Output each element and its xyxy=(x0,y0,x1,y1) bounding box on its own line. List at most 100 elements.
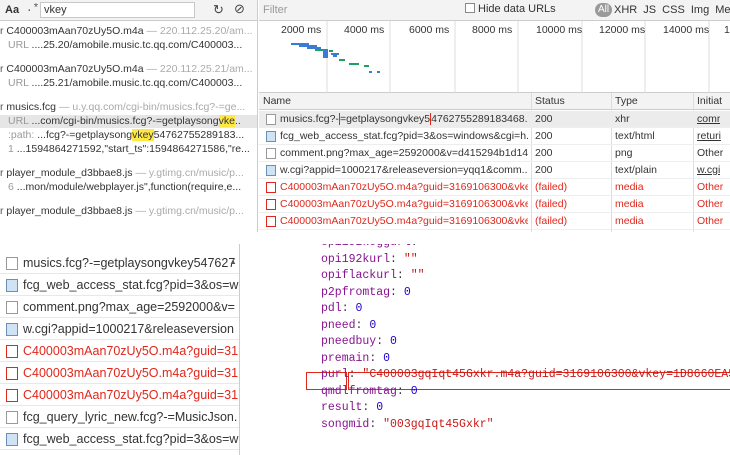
scroll-up-icon[interactable]: ▲ xyxy=(229,257,237,266)
match-highlight: vkey xyxy=(132,129,154,141)
vkey-param-highlight: =getplaysongvkey5 xyxy=(338,113,432,125)
search-input[interactable]: vkey xyxy=(40,2,195,18)
response-key: pneedbuy xyxy=(321,335,377,348)
timeline-bar xyxy=(323,49,328,58)
timeline-bar xyxy=(333,55,337,57)
request-name: musics.fcg?-=getplaysongvkey547627552891… xyxy=(280,113,528,125)
request-name-suffix: 4762755289183468... xyxy=(431,113,528,125)
regex-toggle[interactable]: .* xyxy=(26,3,39,15)
document-icon xyxy=(6,411,18,424)
search-result-file[interactable]: r C400003mAan70zUy5O.m4a — 220.112.25.21… xyxy=(0,63,257,76)
request-list-item[interactable]: fcg_web_access_stat.fcg?pid=3&os=w xyxy=(0,429,239,450)
document-icon xyxy=(6,367,18,380)
response-preview: opi192koggurl: ""opi192kurl: ""opiflacku… xyxy=(241,244,730,455)
search-match-line[interactable]: 6 ...mon/module/webplayer.js",function(r… xyxy=(0,181,257,194)
filter-input[interactable]: Filter xyxy=(263,4,287,16)
request-initiator[interactable]: comr xyxy=(697,113,720,125)
search-match-line[interactable]: :path: ...fcg?-=getplaysongvkey547627552… xyxy=(0,129,257,142)
document-icon xyxy=(6,257,18,270)
response-sep: : xyxy=(369,417,384,431)
response-value: 0 xyxy=(376,401,384,414)
response-sep: : xyxy=(411,244,425,249)
request-list-item[interactable]: fcg_query_lyric_new.fcg?-=MusicJson. xyxy=(0,407,239,428)
request-list-name: w.cgi?appid=1000217&releaseversion xyxy=(23,322,234,336)
response-key: opiflackurl xyxy=(321,269,397,282)
request-list-item[interactable]: C400003mAan70zUy5O.m4a?guid=31 xyxy=(0,341,239,362)
search-match-line[interactable]: 1 ...1594864271592,"start_ts":1594864271… xyxy=(0,143,257,156)
request-list-item[interactable]: comment.png?max_age=2592000&v= xyxy=(0,297,239,318)
network-row[interactable]: C400003mAan70zUy5O.m4a?guid=3169106300&v… xyxy=(259,179,730,196)
request-list-item[interactable]: musics.fcg?-=getplaysongvkey547627 ▲ xyxy=(0,253,239,274)
search-result-url: — 220.112.25.21/am... xyxy=(146,63,253,75)
response-value: "C400003gqIqt45Gxkr.m4a?guid=3169106300&… xyxy=(362,368,730,381)
network-row[interactable]: C400003mAan70zUy5O.m4a?guid=3169106300&v… xyxy=(259,213,730,230)
response-field: premain: 0 xyxy=(321,352,390,365)
request-status: (failed) xyxy=(535,215,568,227)
match-case-toggle[interactable]: Aa xyxy=(5,4,19,16)
search-result-url: — y.gtimg.cn/music/p... xyxy=(135,167,244,179)
search-match-line[interactable]: URL ....25.20/amobile.music.tc.qq.com/C4… xyxy=(0,39,257,52)
timeline-tick-label: 4000 ms xyxy=(344,24,384,36)
request-type: media xyxy=(615,215,644,227)
request-name: w.cgi?appid=1000217&releaseversion=yqq1&… xyxy=(280,164,528,176)
request-type: media xyxy=(615,198,644,210)
document-icon xyxy=(266,182,276,193)
filter-all-button[interactable]: All xyxy=(595,3,613,17)
refresh-icon[interactable]: ↻ xyxy=(213,2,224,18)
request-initiator[interactable]: returi xyxy=(697,130,721,142)
search-match-line[interactable]: URL ...com/cgi-bin/musics.fcg?-=getplays… xyxy=(0,115,257,128)
network-row[interactable]: musics.fcg?-=getplaysongvkey547627552891… xyxy=(259,111,730,128)
document-icon xyxy=(6,389,18,402)
request-list-item[interactable]: C400003mAan70zUy5O.m4a?guid=31 xyxy=(0,385,239,406)
document-icon xyxy=(6,345,18,358)
response-value: 0 xyxy=(383,351,391,365)
search-result-file[interactable]: r musics.fcg — u.y.qq.com/cgi-bin/musics… xyxy=(0,101,257,114)
search-result-filename: C400003mAan70zUy5O.m4a xyxy=(6,25,147,37)
image-file-icon xyxy=(6,323,18,336)
timeline-tick-label: 2000 ms xyxy=(281,24,321,36)
match-line-label: URL xyxy=(8,39,32,51)
response-sep: : xyxy=(369,351,384,365)
network-row[interactable]: C400003mAan70zUy5O.m4a?guid=3169106300&v… xyxy=(259,196,730,213)
response-key: opi192koggurl xyxy=(321,244,411,249)
response-field: pneed: 0 xyxy=(321,319,376,332)
col-name[interactable]: Name xyxy=(263,95,291,107)
search-result-filename: musics.fcg xyxy=(6,101,59,113)
request-type: xhr xyxy=(615,113,630,125)
request-initiator: Other xyxy=(697,181,724,193)
timeline-bar xyxy=(349,63,359,65)
request-status: 200 xyxy=(535,164,553,176)
request-list-name: C400003mAan70zUy5O.m4a?guid=31 xyxy=(23,366,239,380)
request-initiator: Other xyxy=(697,198,724,210)
response-key: result xyxy=(321,401,363,414)
request-status: (failed) xyxy=(535,198,568,210)
network-row[interactable]: w.cgi?appid=1000217&releaseversion=yqq1&… xyxy=(259,162,730,179)
request-initiator[interactable]: w.cgi xyxy=(697,164,720,176)
network-row[interactable]: comment.png?max_age=2592000&v=d415294b1d… xyxy=(259,145,730,162)
request-list-item[interactable]: fcg_web_access_stat.fcg?pid=3&os=w xyxy=(0,275,239,296)
response-field: pdl: 0 xyxy=(321,302,362,315)
request-status: 200 xyxy=(535,147,553,159)
match-line-text: ....25.21/amobile.music.tc.qq.com/C40000… xyxy=(31,77,243,89)
clear-icon[interactable]: ⊘ xyxy=(234,1,245,17)
search-match-line[interactable]: URL ....25.21/amobile.music.tc.qq.com/C4… xyxy=(0,77,257,90)
response-value: 0 xyxy=(410,384,418,398)
filter-bar: Filter Hide data URLs All XHR JS CSS Img… xyxy=(259,0,730,21)
network-row[interactable]: fcg_web_access_stat.fcg?pid=3&os=windows… xyxy=(259,128,730,145)
response-value: 0 xyxy=(403,285,411,299)
col-initiator[interactable]: Initiat xyxy=(697,95,722,107)
col-status[interactable]: Status xyxy=(535,95,565,107)
request-list-item[interactable]: w.cgi?appid=1000217&releaseversion xyxy=(0,319,239,340)
search-result-filename: player_module_d3bbae8.js xyxy=(6,167,136,179)
col-type[interactable]: Type xyxy=(615,95,638,107)
hide-data-urls-checkbox[interactable]: Hide data URLs xyxy=(465,3,556,15)
request-name: C400003mAan70zUy5O.m4a?guid=3169106300&v… xyxy=(280,198,528,210)
match-line-label: :path: xyxy=(8,129,38,141)
network-timeline[interactable]: 2000 ms 4000 ms 6000 ms 8000 ms 10000 ms 1200… xyxy=(259,21,730,93)
search-result-file[interactable]: r player_module_d3bbae8.js — y.gtimg.cn/… xyxy=(0,205,257,218)
search-bar: Aa .* vkey ↻ ⊘ xyxy=(0,0,257,21)
search-result-file[interactable]: r C400003mAan70zUy5O.m4a — 220.112.25.20… xyxy=(0,25,257,38)
request-list-item[interactable]: C400003mAan70zUy5O.m4a?guid=31 xyxy=(0,363,239,384)
search-result-file[interactable]: r player_module_d3bbae8.js — y.gtimg.cn/… xyxy=(0,167,257,180)
filter-type-buttons[interactable]: XHR JS CSS Img Media Font Doc W xyxy=(614,4,730,16)
